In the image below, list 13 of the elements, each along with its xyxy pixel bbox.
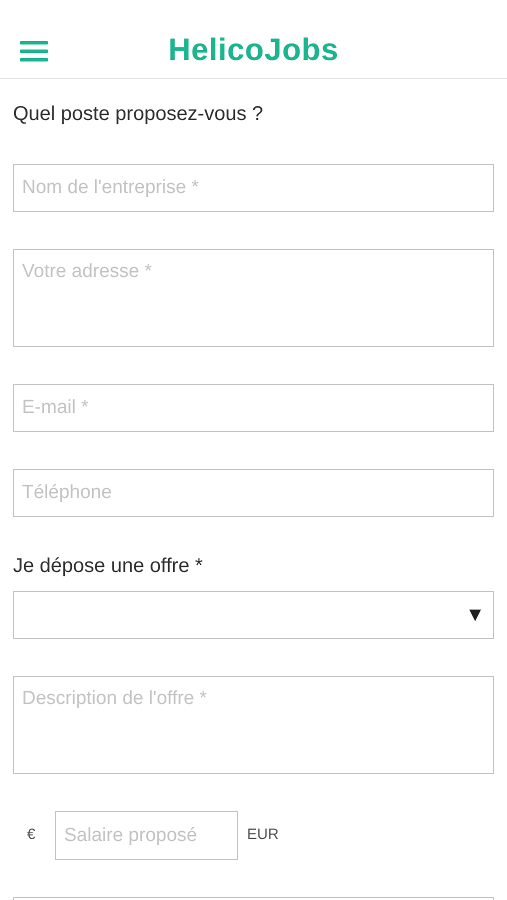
field-label: Je dépose une offre *	[13, 554, 204, 579]
form-heading: Quel poste proposez-vous ?	[13, 102, 264, 127]
salary-field[interactable]: Salaire proposé	[55, 811, 238, 860]
currency-symbol: €	[27, 825, 36, 846]
currency-label: EUR	[247, 825, 279, 846]
input-field[interactable]: Téléphone	[13, 469, 494, 517]
text-area-field[interactable]: Description de l'offre *	[13, 676, 494, 774]
menu-icon[interactable]	[20, 41, 48, 62]
app-logo: HelicoJobs	[168, 30, 339, 69]
text-area-field[interactable]: Votre adresse *	[13, 249, 494, 347]
input-field[interactable]: E-mail *	[13, 384, 494, 432]
input-field[interactable]: Nom de l'entreprise *	[13, 164, 494, 212]
dropdown-field[interactable]: ▼	[13, 591, 494, 639]
